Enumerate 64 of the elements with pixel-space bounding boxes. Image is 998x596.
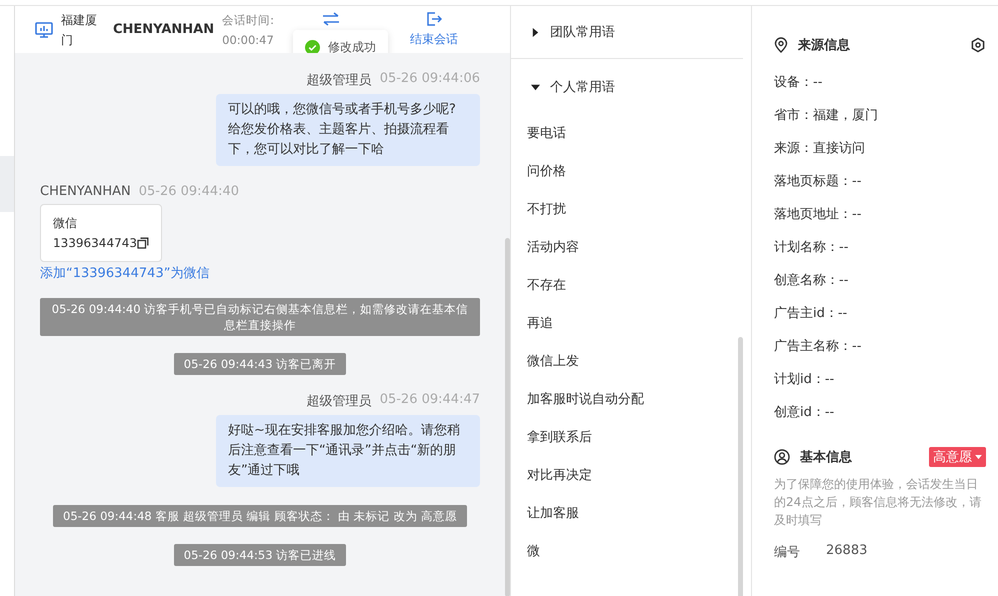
info-field: 来源：直接访问 [774,132,986,165]
status-dropdown[interactable]: 高意愿 [929,447,986,467]
caret-down-icon [975,454,982,460]
toast-text: 修改成功 [328,39,376,56]
card-value: 13396344743 [53,235,137,252]
session-time-label: 会话时间: [222,12,275,28]
phrase-item[interactable]: 拿到联系后 [511,419,751,457]
info-field: 广告主id：-- [774,297,986,330]
phrase-item[interactable]: 不打扰 [511,191,751,229]
info-field: 设备：-- [774,66,986,99]
phrase-item[interactable]: 微信上发 [511,343,751,381]
message-time: 05-26 09:44:06 [380,71,480,88]
settings-icon[interactable] [970,37,986,53]
system-notice: 05-26 09:44:43 访客已离开 [174,353,346,375]
info-field: 计划名称：-- [774,231,986,264]
info-field: 计划id：-- [774,363,986,396]
scrollbar[interactable] [738,337,743,596]
info-field: 创意id：-- [774,396,986,429]
scrollbar[interactable] [505,238,510,596]
info-field: 创意名称：-- [774,264,986,297]
phrase-item[interactable]: 微 [511,533,751,571]
phrase-item[interactable]: 再追 [511,305,751,343]
phrase-item[interactable]: 问价格 [511,153,751,191]
info-field: 落地页地址：-- [774,198,986,231]
card-title: 微信 [53,215,78,232]
phrase-item[interactable]: 让加客服 [511,495,751,533]
phrase-item[interactable]: 加客服时说自动分配 [511,381,751,419]
phrase-item[interactable]: 对比再决定 [511,457,751,495]
section-title: 来源信息 [798,37,850,54]
sender-name: CHENYANHAN [40,184,131,199]
message-time: 05-26 09:44:40 [138,184,240,199]
message-bubble: 好哒~现在安排客服加您介绍哈。请您稍后注意查看一下“通讯录”并点击“新的朋友”通过下哦 [216,415,480,487]
caret-down-icon [531,82,540,92]
copy-icon[interactable] [136,237,149,249]
phrase-item[interactable]: 要电话 [511,115,751,153]
info-note: 为了保障您的使用体验，会话发生当日的24点之后，顾客信息将无法修改，请及时填写 [774,476,982,529]
end-session-button[interactable]: 结束会话 [410,11,458,48]
location-pin-icon [774,37,788,53]
user-icon [774,449,790,465]
session-time: 00:00:47 [222,32,275,48]
system-notice: 05-26 09:44:48 客服 超级管理员 编辑 顾客状态： 由 未标记 改为 高意愿 [53,505,467,527]
field-value: 26883 [826,543,868,560]
phrase-group-header[interactable]: 个人常用语 [511,59,743,115]
transfer-icon[interactable] [322,12,340,26]
sender-name: 超级管理员 [306,72,372,89]
exit-icon [426,11,442,27]
system-notice: 05-26 09:44:40 访客手机号已自动标记右侧基本信息栏，如需修改请在基本信息栏直接操作 [40,298,480,336]
caret-right-icon [531,28,540,36]
info-field: 省市：福建，厦门 [774,99,986,132]
system-notice: 05-26 09:44:53 访客已进线 [174,544,346,566]
visitor-name: CHENYANHAN [113,22,214,37]
info-field: 落地页标题：-- [774,165,986,198]
visitor-location: 福建厦门 [61,12,98,48]
section-title: 基本信息 [800,449,852,466]
message-bubble: 可以的哦，您微信号或者手机号多少呢?给您发价格表、主题客片、拍摄流程看下，您可以对比了解一下哈 [216,94,480,166]
phrase-item[interactable]: 不存在 [511,267,751,305]
add-wechat-link[interactable]: 添加“13396344743”为微信 [40,264,210,282]
message-time: 05-26 09:44:47 [380,392,480,409]
phrase-item[interactable]: 活动内容 [511,229,751,267]
sender-name: 超级管理员 [306,393,372,410]
monitor-icon [35,22,53,38]
info-field: 广告主名称：-- [774,330,986,363]
field-label: 编号 [774,544,800,561]
phrase-group-header[interactable]: 团队常用语 [511,6,743,59]
